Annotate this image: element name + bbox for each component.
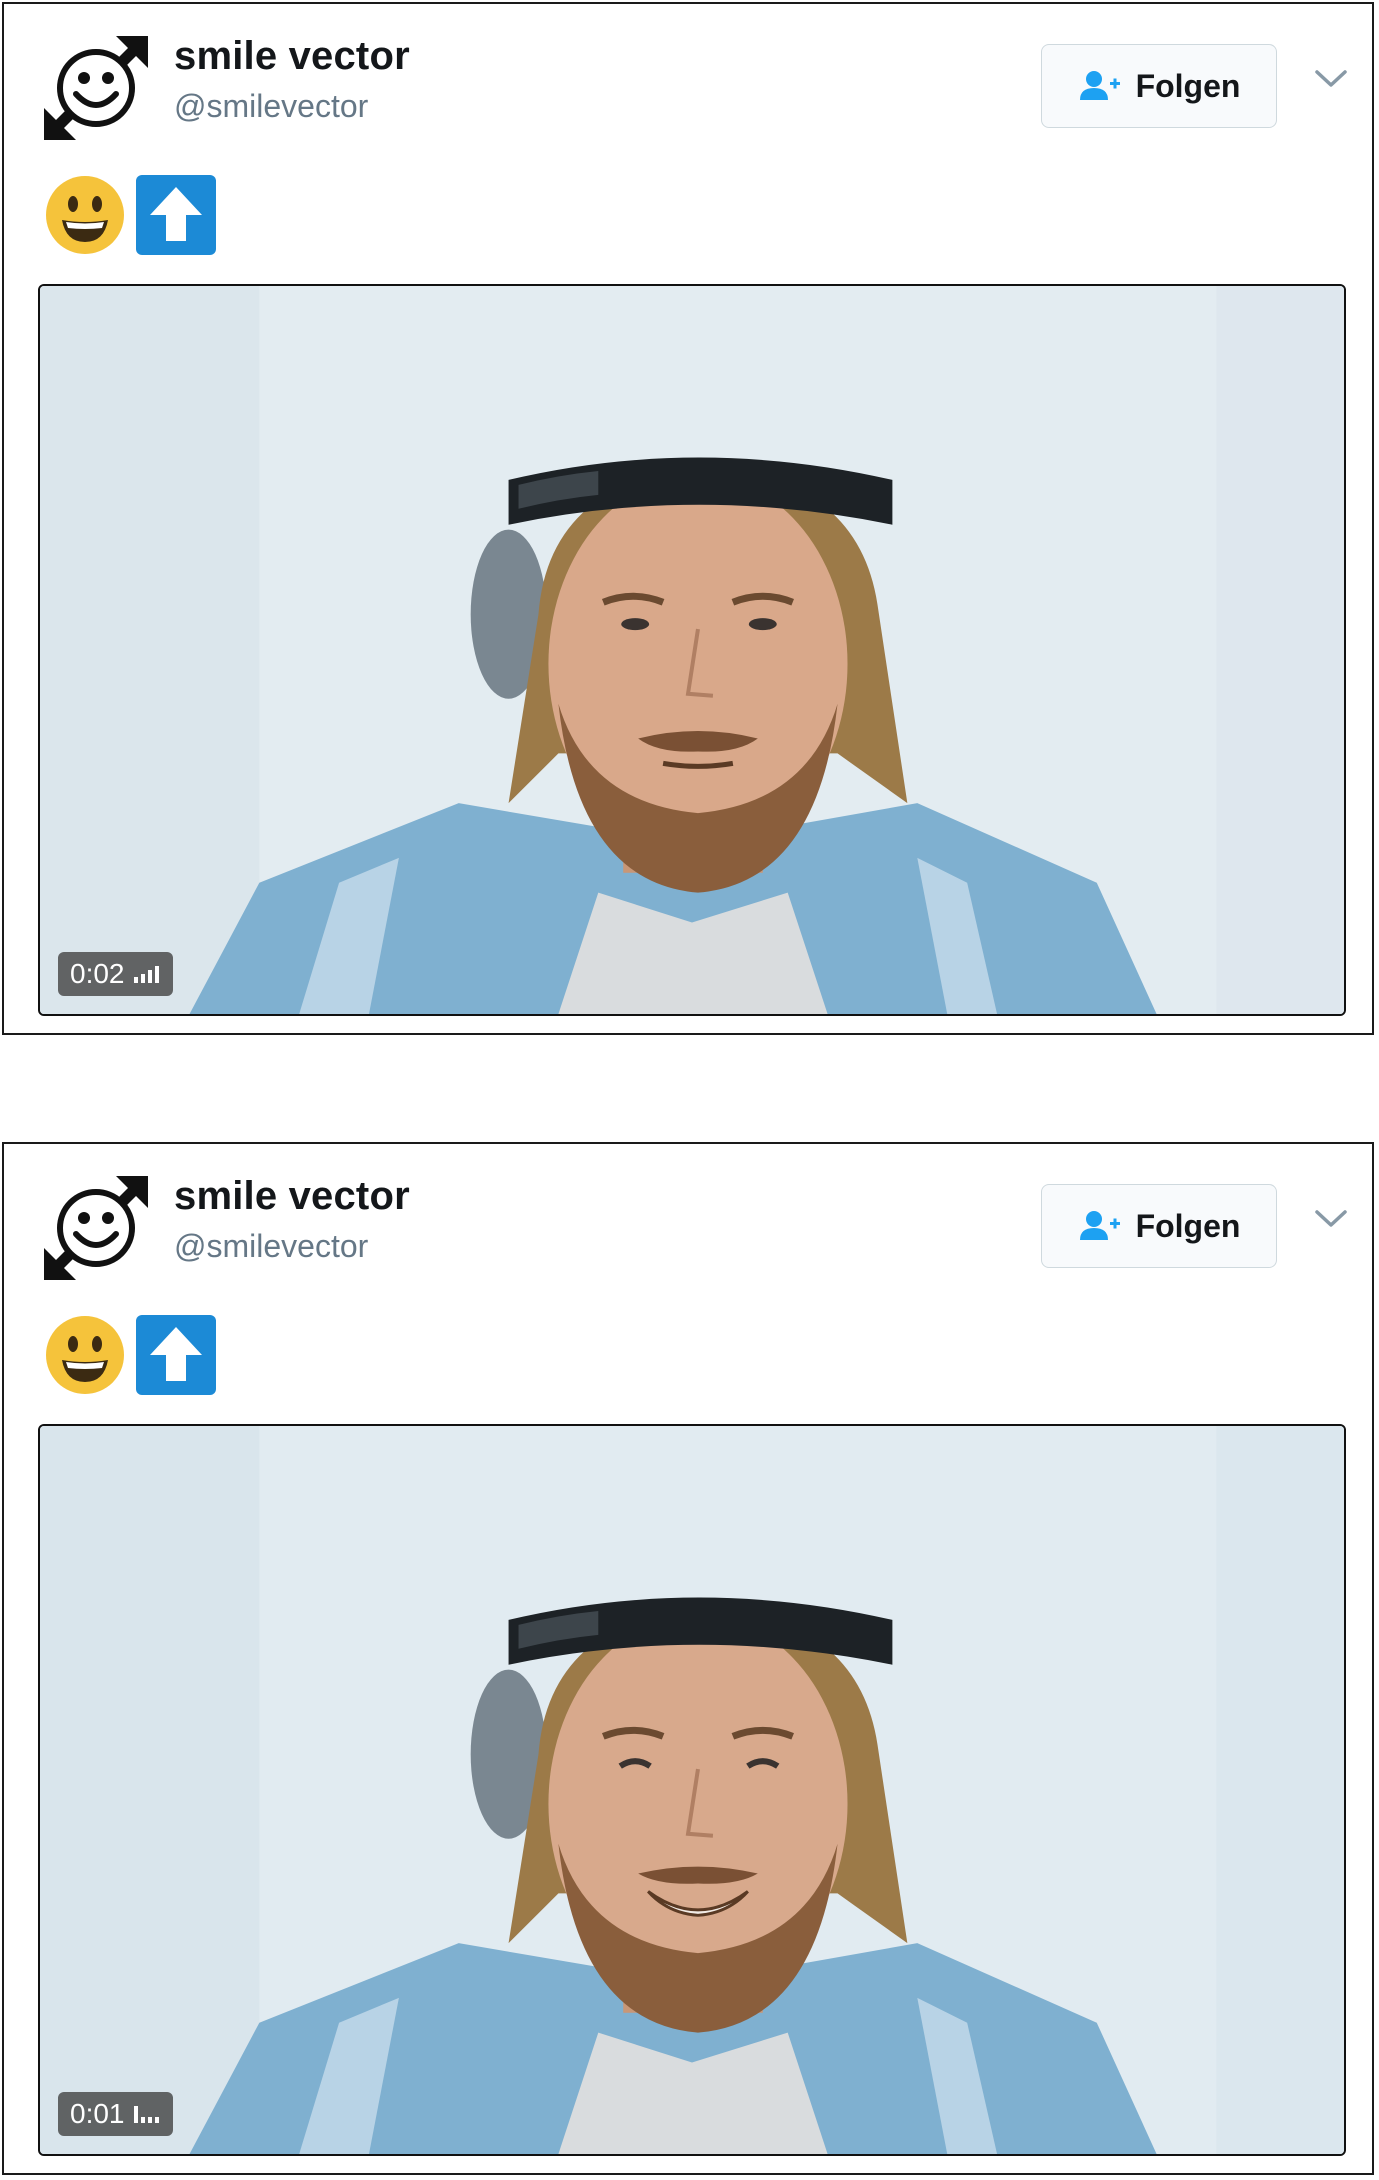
add-user-icon <box>1079 71 1120 100</box>
user-handle[interactable]: @smilevector <box>174 1228 368 1265</box>
follow-label: Folgen <box>1135 67 1241 104</box>
add-user-icon <box>1079 1211 1120 1240</box>
user-name[interactable]: smile vector <box>174 1174 410 1219</box>
up-arrow-icon <box>136 1315 216 1395</box>
video-frame-smiling <box>40 1426 1344 2154</box>
user-handle[interactable]: @smilevector <box>174 88 368 125</box>
volume-bars-icon <box>133 966 159 983</box>
video-frame-neutral <box>40 286 1344 1014</box>
follow-button[interactable]: Folgen <box>1041 44 1277 128</box>
tweet-card: smile vector @smilevector Folgen <box>2 1142 1374 2175</box>
up-arrow-icon <box>136 175 216 255</box>
avatar[interactable] <box>38 1170 154 1286</box>
follow-button[interactable]: Folgen <box>1041 1184 1277 1268</box>
video-duration-badge: 0:02 <box>58 952 173 996</box>
tweet-text <box>44 174 216 256</box>
video-duration: 0:02 <box>70 958 125 989</box>
video-duration: 0:01 <box>70 2098 125 2129</box>
follow-label: Folgen <box>1135 1207 1241 1244</box>
video-duration-badge: 0:01 <box>58 2092 173 2136</box>
avatar[interactable] <box>38 30 154 146</box>
chevron-down-icon[interactable] <box>1314 1208 1348 1230</box>
tweet-card: smile vector @smilevector Folgen <box>2 2 1374 1035</box>
user-name[interactable]: smile vector <box>174 34 410 79</box>
grinning-face-icon <box>46 176 124 254</box>
volume-bars-icon <box>133 2106 159 2123</box>
video-player[interactable]: 0:01 <box>38 1424 1346 2156</box>
tweet-text <box>44 1314 216 1396</box>
grinning-face-icon <box>46 1316 124 1394</box>
video-player[interactable]: 0:02 <box>38 284 1346 1016</box>
chevron-down-icon[interactable] <box>1314 68 1348 90</box>
